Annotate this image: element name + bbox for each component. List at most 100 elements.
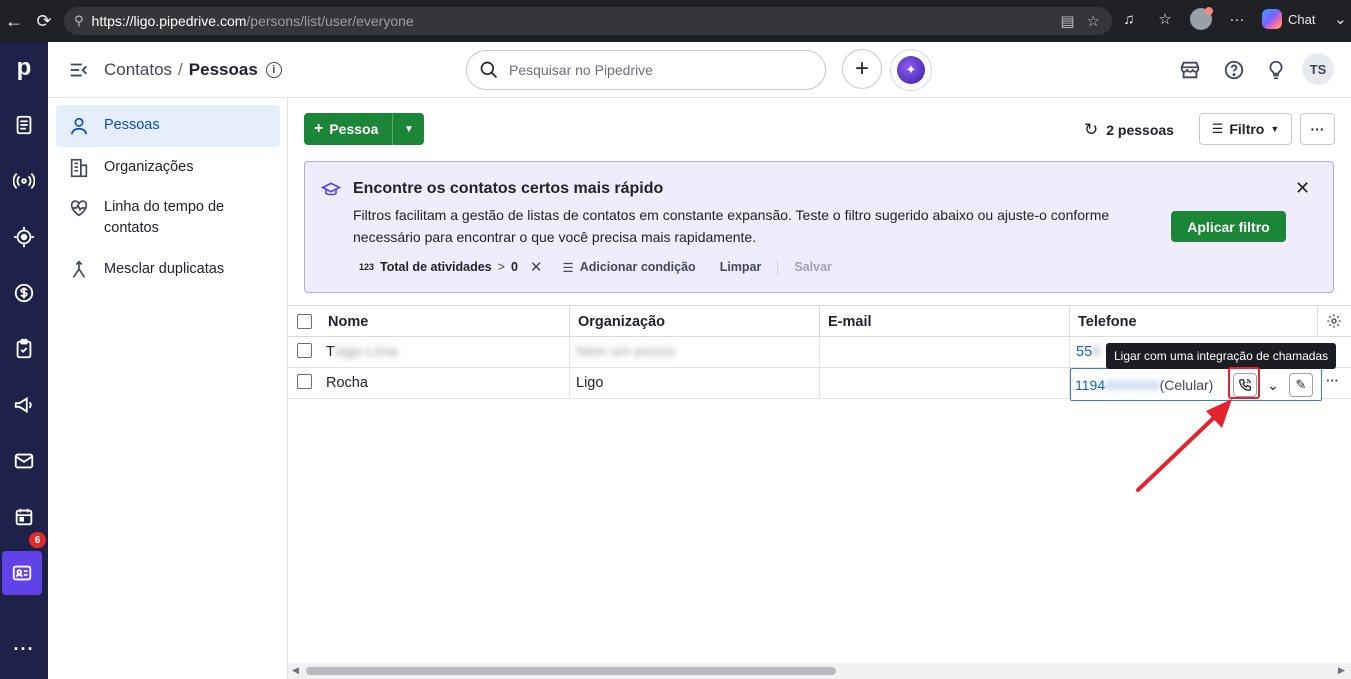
reload-icon[interactable]: ⟳ <box>30 7 58 35</box>
breadcrumb-contatos[interactable]: Contatos <box>104 60 172 80</box>
phone-blurred: 0000000 <box>1105 376 1160 393</box>
info-icon[interactable]: i <box>265 62 282 78</box>
cell-name[interactable]: Tiago Lima <box>320 337 570 367</box>
sidebar-item-mesclar[interactable]: Mesclar duplicatas <box>56 249 280 291</box>
pipedrive-logo[interactable]: p <box>0 46 48 90</box>
remove-condition-icon[interactable]: ✕ <box>530 258 543 276</box>
add-condition-button[interactable]: ☰ Adicionar condição <box>562 260 695 275</box>
table-row[interactable]: Rocha Ligo 1194 0000000 (Celular) ⌄ ✎ ··… <box>288 368 1351 401</box>
column-telefone[interactable]: Telefone <box>1070 306 1318 337</box>
person-icon <box>70 117 88 135</box>
cell-email[interactable] <box>820 337 1070 367</box>
apply-filter-button[interactable]: Aplicar filtro <box>1171 211 1286 242</box>
sidebar: Pessoas Organizações Linha do tempo de c… <box>48 98 288 679</box>
chevron-down-icon[interactable]: ⌄ <box>1329 8 1351 30</box>
cell-organization[interactable]: Nem um pouco <box>570 337 820 367</box>
browser-toolbar: ← ⟳ ⚲ https://ligo.pipedrive.com/persons… <box>0 0 1351 42</box>
cell-name[interactable]: Rocha <box>320 368 570 398</box>
target-icon[interactable] <box>0 215 48 259</box>
edit-phone-button[interactable]: ✎ <box>1289 373 1313 397</box>
back-arrow-icon[interactable]: ← <box>0 7 28 35</box>
ai-assistant-button[interactable]: ✦ <box>890 49 932 91</box>
sidebar-item-label: Organizações <box>104 159 194 175</box>
sidebar-item-label: Mesclar duplicatas <box>104 261 225 277</box>
phone-link[interactable]: 1194 <box>1075 377 1105 393</box>
record-count: ↻ 2 pessoas <box>1084 120 1174 140</box>
sparkle-icon: ✦ <box>897 56 925 84</box>
phone-link[interactable]: 55 <box>1076 344 1092 360</box>
app-header: Contatos / Pessoas i + ✦ TS <box>48 42 1351 98</box>
column-nome[interactable]: Nome <box>320 306 570 337</box>
column-settings-icon[interactable] <box>1326 313 1342 332</box>
url-path: /persons/list/user/everyone <box>246 13 414 29</box>
add-person-button[interactable]: + Pessoa <box>304 113 393 145</box>
call-integration-tooltip: Ligar com uma integração de chamadas <box>1106 343 1337 369</box>
cell-phone-editing[interactable]: 1194 0000000 (Celular) ⌄ ✎ <box>1070 368 1322 401</box>
scroll-right-icon[interactable]: ▶ <box>1338 665 1345 676</box>
phone-type: (Celular) <box>1159 376 1214 393</box>
more-options-button[interactable]: ··· <box>1300 113 1335 145</box>
favorite-star-icon[interactable]: ☆ <box>1087 12 1100 30</box>
chat-label: Chat <box>1288 11 1316 27</box>
count-label: 2 pessoas <box>1106 122 1174 138</box>
search-icon <box>480 61 498 79</box>
save-button[interactable]: Salvar <box>794 260 832 274</box>
app-rail: p 6 ··· <box>0 42 48 679</box>
tasks-icon[interactable] <box>0 327 48 371</box>
refresh-icon[interactable]: ↻ <box>1084 120 1098 140</box>
copilot-icon <box>1262 9 1282 29</box>
row-checkbox[interactable] <box>297 343 312 358</box>
merge-icon <box>72 260 86 278</box>
row-more-icon[interactable]: ··· <box>1326 373 1339 388</box>
condition-value: 0 <box>510 260 518 274</box>
browser-profile-avatar[interactable] <box>1190 7 1213 30</box>
contacts-icon[interactable] <box>2 551 42 595</box>
collapse-menu-icon[interactable] <box>68 59 90 81</box>
mail-icon[interactable] <box>0 439 48 483</box>
row-checkbox[interactable] <box>297 374 312 389</box>
highlight-box <box>1228 367 1260 399</box>
scrollbar-thumb[interactable] <box>306 667 836 675</box>
clear-button[interactable]: Limpar <box>720 260 762 274</box>
favorites-icon[interactable]: ☆ <box>1154 8 1176 30</box>
more-apps-icon[interactable]: ··· <box>0 627 48 671</box>
cell-organization[interactable]: Ligo <box>570 368 820 398</box>
sidebar-item-pessoas[interactable]: Pessoas <box>56 105 280 147</box>
close-icon[interactable]: ✕ <box>1295 178 1310 199</box>
help-icon[interactable] <box>1222 58 1246 82</box>
condition-chip[interactable]: 123 Total de atividades > 0 <box>359 260 518 274</box>
column-organizacao[interactable]: Organização <box>570 306 820 337</box>
column-email[interactable]: E-mail <box>820 306 1070 337</box>
numeric-icon: 123 <box>359 262 375 272</box>
media-icon[interactable]: ♫ <box>1118 8 1140 30</box>
phone-options-dropdown[interactable]: ⌄ <box>1261 373 1285 397</box>
copilot-chat-button[interactable]: Chat <box>1262 9 1315 29</box>
reader-icon[interactable]: ▤ <box>1060 12 1074 30</box>
megaphone-icon[interactable] <box>0 383 48 427</box>
lightbulb-icon[interactable] <box>1264 58 1288 82</box>
filter-button[interactable]: ☰ Filtro ▼ <box>1199 113 1292 145</box>
browser-menu-icon[interactable]: ··· <box>1226 8 1248 30</box>
dollar-icon[interactable] <box>0 271 48 315</box>
page-title: Pessoas <box>188 60 258 79</box>
main-content: + Pessoa ▼ ↻ 2 pessoas ☰ Filtro ▼ ··· Enc… <box>288 98 1351 679</box>
broadcast-icon[interactable] <box>0 159 48 203</box>
add-person-dropdown[interactable]: ▼ <box>392 113 425 145</box>
sidebar-item-linha-do-tempo[interactable]: Linha do tempo de contatos <box>56 187 280 249</box>
sidebar-item-organizacoes[interactable]: Organizações <box>56 147 280 189</box>
search-input[interactable] <box>509 62 809 78</box>
horizontal-scrollbar[interactable]: ◀ ▶ <box>288 663 1351 679</box>
user-avatar[interactable]: TS <box>1302 53 1334 85</box>
scroll-left-icon[interactable]: ◀ <box>292 665 299 676</box>
leads-icon[interactable] <box>0 103 48 147</box>
select-all-checkbox[interactable] <box>297 314 312 329</box>
filter-conditions: 123 Total de atividades > 0 ✕ ☰ Adiciona… <box>359 258 832 276</box>
caret-down-icon: ▼ <box>403 123 414 135</box>
sidebar-item-label: Linha do tempo de contatos <box>104 199 225 236</box>
marketplace-icon[interactable] <box>1178 58 1202 82</box>
quick-add-button[interactable]: + <box>842 49 882 89</box>
search-box[interactable] <box>466 50 826 90</box>
cell-email[interactable] <box>820 368 1070 398</box>
address-bar[interactable]: ⚲ https://ligo.pipedrive.com/persons/lis… <box>64 7 1112 35</box>
filter-label: Filtro <box>1229 121 1265 137</box>
